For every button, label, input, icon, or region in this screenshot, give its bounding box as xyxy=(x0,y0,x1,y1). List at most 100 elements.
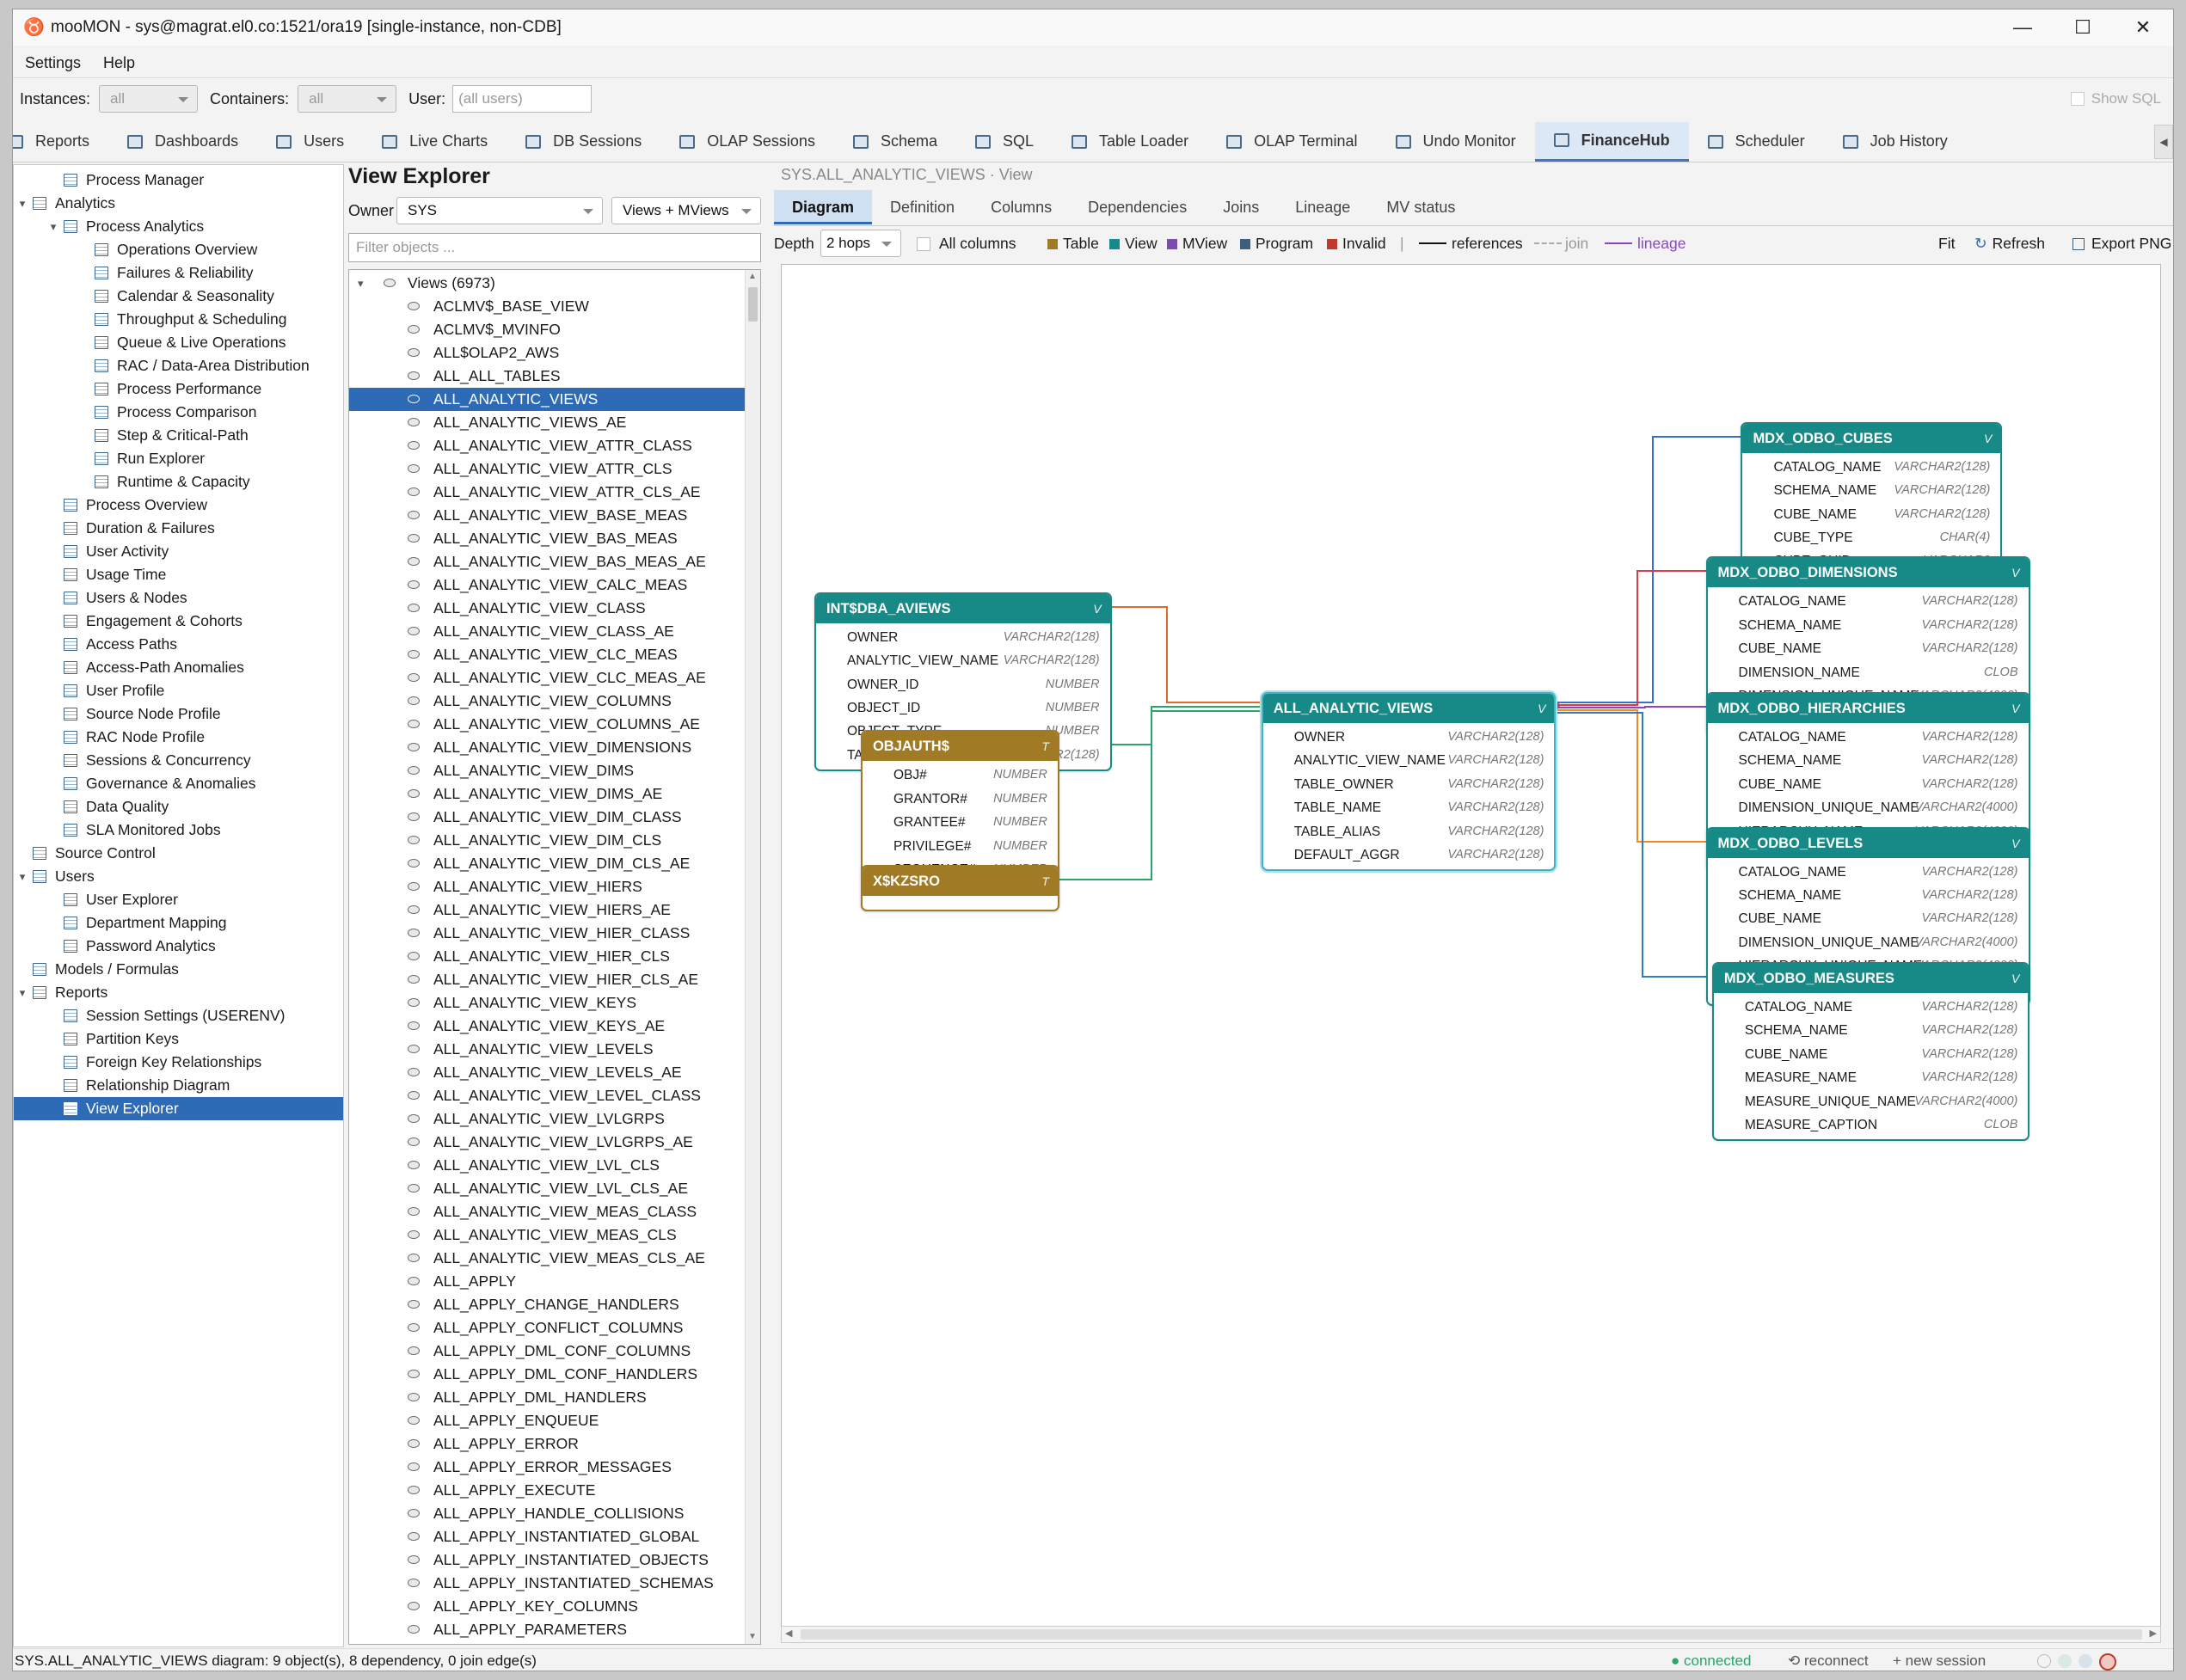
object-list-item[interactable]: ALL_APPLY_KEY_COLUMNS xyxy=(349,1595,745,1618)
scroll-right-icon[interactable]: ▶ xyxy=(2150,1628,2157,1639)
object-list-item[interactable]: ALL_ANALYTIC_VIEW_KEYS xyxy=(349,991,745,1015)
filter-objects-input[interactable]: Filter objects ... xyxy=(348,233,761,262)
nav-item[interactable]: ▾ Users xyxy=(14,865,343,888)
nav-item[interactable]: Process Manager xyxy=(14,169,343,192)
nav-item[interactable]: User Activity xyxy=(14,540,343,563)
nav-item[interactable]: Duration & Failures xyxy=(14,517,343,540)
reconnect-button[interactable]: ⟲ reconnect xyxy=(1788,1649,1869,1671)
object-list-item[interactable]: ALL_ALL_TABLES xyxy=(349,365,745,388)
expand-icon[interactable]: ▾ xyxy=(17,865,28,888)
object-list-item[interactable]: ALL_ANALYTIC_VIEW_BASE_MEAS xyxy=(349,504,745,527)
nav-item[interactable]: RAC / Data-Area Distribution xyxy=(14,354,343,377)
nav-item[interactable]: Governance & Anomalies xyxy=(14,772,343,795)
show-sql-toggle[interactable]: Show SQL xyxy=(2070,90,2161,107)
object-list-item[interactable]: ALL_ANALYTIC_VIEW_CALC_MEAS xyxy=(349,573,745,597)
object-list-scrollbar[interactable]: ▲ ▼ xyxy=(745,270,760,1644)
object-list[interactable]: ▾ Views (6973) ACLMV$_BASE_VIEW ACLMV$_MV… xyxy=(348,269,761,1645)
containers-select[interactable]: all xyxy=(298,85,397,113)
user-input[interactable]: (all users) xyxy=(452,85,593,113)
object-list-item[interactable]: ALL_APPLY_INSTANTIATED_SCHEMAS xyxy=(349,1572,745,1595)
nav-item[interactable]: ▾ Reports xyxy=(14,981,343,1004)
close-icon[interactable]: ✕ xyxy=(2113,9,2173,46)
nav-item[interactable]: View Explorer xyxy=(14,1097,343,1120)
nav-item[interactable]: Session Settings (USERENV) xyxy=(14,1004,343,1027)
object-list-item[interactable]: ALL_ANALYTIC_VIEW_ATTR_CLS_AE xyxy=(349,481,745,504)
entity-aav[interactable]: ALL_ANALYTIC_VIEWS V OWNER VARCHAR2(128) ANA… xyxy=(1261,691,1557,872)
object-list-item[interactable]: ALL_ANALYTIC_VIEW_COLUMNS_AE xyxy=(349,713,745,736)
object-list-item[interactable]: ALL_ANALYTIC_VIEWS xyxy=(349,388,745,411)
nav-item[interactable]: Password Analytics xyxy=(14,935,343,958)
object-list-item[interactable]: ALL_ANALYTIC_VIEW_DIMS xyxy=(349,759,745,782)
object-list-item[interactable]: ALL_ANALYTIC_VIEW_MEAS_CLS_AE xyxy=(349,1247,745,1270)
object-list-item[interactable]: ALL_ANALYTIC_VIEW_COLUMNS xyxy=(349,690,745,713)
tab-reports[interactable]: Reports xyxy=(13,122,108,162)
object-list-item[interactable]: ALL_ANALYTIC_VIEW_LEVELS_AE xyxy=(349,1061,745,1084)
object-list-item[interactable]: ALL_APPLY_CONFLICT_COLUMNS xyxy=(349,1316,745,1340)
nav-item[interactable]: Run Explorer xyxy=(14,447,343,470)
subtab-lineage[interactable]: Lineage xyxy=(1277,190,1368,224)
record-icon[interactable] xyxy=(2099,1653,2116,1671)
nav-item[interactable]: Engagement & Cohorts xyxy=(14,610,343,633)
subtab-columns[interactable]: Columns xyxy=(973,190,1070,224)
subtab-definition[interactable]: Definition xyxy=(872,190,973,224)
nav-item[interactable]: Queue & Live Operations xyxy=(14,331,343,354)
object-list-item[interactable]: ALL_ANALYTIC_VIEW_CLASS_AE xyxy=(349,620,745,643)
nav-item[interactable]: Data Quality xyxy=(14,795,343,819)
menu-help[interactable]: Help xyxy=(91,54,145,72)
tab-table-loader[interactable]: Table Loader xyxy=(1053,122,1207,162)
tab-dashboards[interactable]: Dashboards xyxy=(108,122,257,162)
object-list-item[interactable]: ALL_APPLY_EXECUTE xyxy=(349,1479,745,1502)
show-sql-checkbox[interactable] xyxy=(2070,92,2085,106)
nav-item[interactable]: ▾ Process Analytics xyxy=(14,215,343,238)
nav-item[interactable]: User Explorer xyxy=(14,888,343,911)
views-group-row[interactable]: ▾ Views (6973) xyxy=(349,272,745,295)
object-list-item[interactable]: ALL_ANALYTIC_VIEW_DIMS_AE xyxy=(349,782,745,806)
entity-meas[interactable]: MDX_ODBO_MEASURES V CATALOG_NAME VARCHAR2(1… xyxy=(1711,962,2030,1142)
object-list-item[interactable]: ALL_ANALYTIC_VIEW_MEAS_CLS xyxy=(349,1223,745,1247)
object-list-item[interactable]: ALL_ANALYTIC_VIEW_ATTR_CLASS xyxy=(349,434,745,457)
scroll-down-icon[interactable]: ▼ xyxy=(747,1632,758,1642)
object-list-item[interactable]: ALL_APPLY_ENQUEUE xyxy=(349,1409,745,1432)
tab-live-charts[interactable]: Live Charts xyxy=(363,122,507,162)
nav-item[interactable]: Process Performance xyxy=(14,377,343,401)
nav-item[interactable]: Foreign Key Relationships xyxy=(14,1051,343,1074)
nav-item[interactable]: Relationship Diagram xyxy=(14,1074,343,1097)
nav-item[interactable]: Access Paths xyxy=(14,633,343,656)
object-list-item[interactable]: ALL_ANALYTIC_VIEWS_AE xyxy=(349,411,745,434)
nav-item[interactable]: Operations Overview xyxy=(14,238,343,261)
object-list-item[interactable]: ALL_APPLY_PARAMETERS xyxy=(349,1618,745,1641)
object-list-item[interactable]: ACLMV$_BASE_VIEW xyxy=(349,295,745,318)
nav-item[interactable]: Users & Nodes xyxy=(14,586,343,610)
export-png-button[interactable]: Export PNG xyxy=(2072,235,2171,253)
object-list-item[interactable]: ACLMV$_MVINFO xyxy=(349,318,745,341)
object-list-item[interactable]: ALL_ANALYTIC_VIEW_CLC_MEAS xyxy=(349,643,745,666)
scroll-up-icon[interactable]: ▲ xyxy=(747,272,758,282)
nav-item[interactable]: Runtime & Capacity xyxy=(14,470,343,494)
horizontal-scroll-thumb[interactable] xyxy=(801,1629,2142,1640)
object-list-item[interactable]: ALL_APPLY xyxy=(349,1270,745,1293)
object-list-item[interactable]: ALL_APPLY_INSTANTIATED_OBJECTS xyxy=(349,1548,745,1572)
diagram-horizontal-scrollbar[interactable]: ◀ ▶ xyxy=(781,1626,2161,1643)
object-list-item[interactable]: ALL_APPLY_CHANGE_HANDLERS xyxy=(349,1293,745,1316)
expand-icon[interactable]: ▾ xyxy=(17,192,28,215)
tabs-scroll-left-icon[interactable]: ◀ xyxy=(2154,125,2173,159)
diagram-canvas[interactable]: INT$DBA_AVIEWS V OWNER VARCHAR2(128) ANALYTI… xyxy=(781,264,2161,1627)
nav-item[interactable]: RAC Node Profile xyxy=(14,726,343,749)
object-list-item[interactable]: ALL_APPLY_ERROR_MESSAGES xyxy=(349,1456,745,1479)
nav-item[interactable]: Source Node Profile xyxy=(14,702,343,726)
tab-olap-sessions[interactable]: OLAP Sessions xyxy=(660,122,834,162)
owner-select[interactable]: SYS xyxy=(396,197,603,224)
new-session-button[interactable]: + new session xyxy=(1893,1649,1986,1671)
subtab-dependencies[interactable]: Dependencies xyxy=(1070,190,1205,224)
nav-item[interactable]: Failures & Reliability xyxy=(14,261,343,285)
nav-item[interactable]: Step & Critical-Path xyxy=(14,424,343,447)
tab-job-history[interactable]: Job History xyxy=(1824,122,1967,162)
object-list-item[interactable]: ALL_ANALYTIC_VIEW_LVL_CLS xyxy=(349,1154,745,1177)
object-list-item[interactable]: ALL_ANALYTIC_VIEW_LVL_CLS_AE xyxy=(349,1177,745,1200)
object-list-item[interactable]: ALL_ANALYTIC_VIEW_CLC_MEAS_AE xyxy=(349,666,745,690)
nav-item[interactable]: Throughput & Scheduling xyxy=(14,308,343,331)
all-columns-checkbox[interactable] xyxy=(917,237,930,251)
scroll-left-icon[interactable]: ◀ xyxy=(785,1628,792,1639)
object-list-item[interactable]: ALL$OLAP2_AWS xyxy=(349,341,745,365)
subtab-diagram[interactable]: Diagram xyxy=(774,190,873,224)
